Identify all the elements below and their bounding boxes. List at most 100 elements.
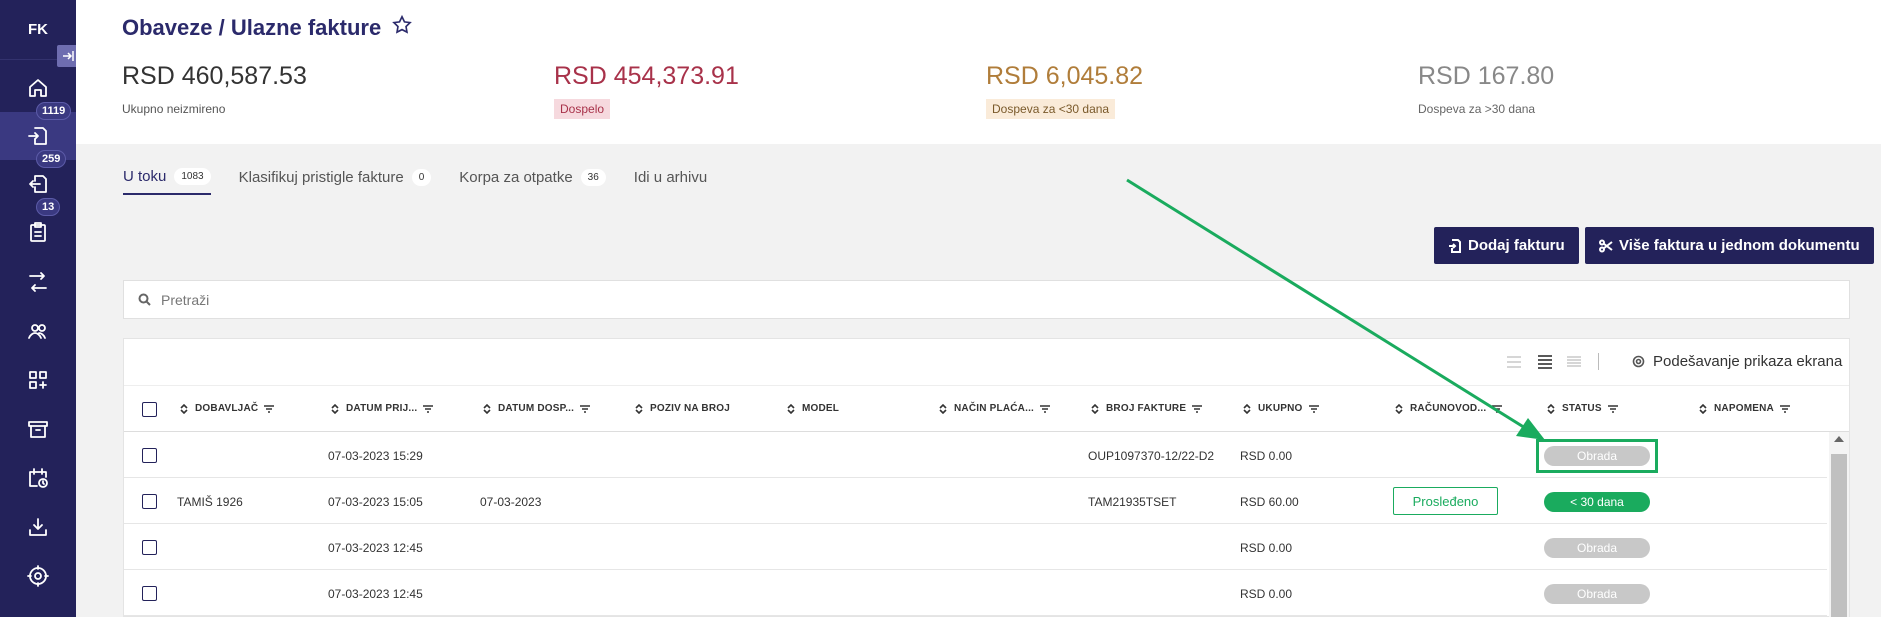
scroll-thumb[interactable] <box>1831 454 1847 617</box>
column-header-note[interactable]: NAPOMENA <box>1698 403 1790 414</box>
column-header-model[interactable]: MODEL <box>786 403 839 414</box>
received-date-cell: 07-03-2023 15:05 <box>328 495 423 509</box>
status-badge: Obrada <box>1544 538 1650 558</box>
row-checkbox[interactable] <box>142 448 157 463</box>
row-checkbox[interactable] <box>142 494 157 509</box>
sidebar-item-downloads[interactable] <box>0 503 76 551</box>
add-invoice-button[interactable]: Dodaj fakturu <box>1434 227 1579 264</box>
column-header-payment-method[interactable]: NAČIN PLAĆA... <box>938 403 1051 414</box>
sidebar-item-contacts[interactable] <box>0 307 76 355</box>
sort-icon <box>1091 403 1099 414</box>
search-icon <box>138 293 151 306</box>
normal-view-icon[interactable] <box>1536 354 1554 370</box>
outbox-count-badge: 259 <box>36 150 67 168</box>
inbox-count-badge: 1119 <box>36 102 72 120</box>
received-date-cell: 07-03-2023 15:29 <box>328 449 423 463</box>
table-scrollbar[interactable] <box>1829 432 1849 617</box>
sidebar-item-calendar[interactable] <box>0 454 76 502</box>
filter-icon[interactable] <box>1779 404 1790 414</box>
filter-icon[interactable] <box>1607 404 1618 414</box>
filter-icon[interactable] <box>1192 404 1203 414</box>
column-label: MODEL <box>802 403 840 414</box>
sidebar-item-archive[interactable] <box>0 405 76 453</box>
accounting-forwarded-button[interactable]: Prosleđeno <box>1393 487 1498 515</box>
compact-view-icon[interactable] <box>1505 354 1523 370</box>
sort-icon <box>180 403 188 414</box>
filter-icon[interactable] <box>423 404 434 414</box>
total-cell: RSD 0.00 <box>1240 449 1293 463</box>
sort-icon <box>1699 403 1707 414</box>
users-icon <box>28 324 46 339</box>
row-checkbox[interactable] <box>142 540 157 555</box>
tab-classify[interactable]: Klasifikuj pristigle fakture 0 <box>239 168 432 195</box>
table-row[interactable]: 07-03-2023 12:45 RSD 0.00 Obrada <box>124 570 1827 616</box>
stat-value: RSD 167.80 <box>1418 62 1555 90</box>
due-date-cell: 07-03-2023 <box>480 495 542 509</box>
scissors-icon <box>1599 239 1613 252</box>
filter-icon[interactable] <box>1040 404 1051 414</box>
clipboard-icon <box>30 222 46 242</box>
search-input[interactable] <box>161 291 1849 308</box>
star-icon[interactable] <box>391 14 413 42</box>
total-cell: RSD 0.00 <box>1240 587 1293 601</box>
stat-overdue: RSD 454,373.91 Dospelo <box>554 62 739 119</box>
column-label: POZIV NA BROJ <box>650 403 731 414</box>
annotation-highlight-box <box>1536 439 1658 473</box>
sidebar-item-tasks[interactable]: 13 <box>0 198 76 256</box>
apps-grid-icon <box>29 371 47 389</box>
page-title-text: Obaveze / Ulazne fakture <box>122 15 382 40</box>
select-all-checkbox[interactable] <box>142 402 157 417</box>
tab-label: U toku <box>123 168 167 185</box>
multi-invoice-button[interactable]: Više faktura u jednom dokumentu <box>1585 227 1874 264</box>
toolbar-divider <box>1598 353 1599 370</box>
column-header-total[interactable]: UKUPNO <box>1242 403 1319 414</box>
filter-icon[interactable] <box>1308 404 1319 414</box>
sidebar-item-transfers[interactable] <box>0 258 76 306</box>
dense-view-icon[interactable] <box>1565 354 1583 370</box>
stat-value: RSD 6,045.82 <box>986 62 1144 90</box>
column-label: BROJ FAKTURE <box>1106 403 1187 414</box>
column-header-due-date[interactable]: DATUM DOSP... <box>482 403 591 414</box>
row-checkbox[interactable] <box>142 586 157 601</box>
column-header-accounting[interactable]: RAČUNOVOD... <box>1394 403 1503 414</box>
archive-icon <box>28 421 48 438</box>
column-header-invoice-number[interactable]: BROJ FAKTURE <box>1090 403 1203 414</box>
sort-icon <box>635 403 643 414</box>
table-row[interactable]: 07-03-2023 12:45 RSD 0.00 Obrada <box>124 524 1827 570</box>
filter-icon[interactable] <box>580 404 591 414</box>
table-row[interactable]: TAMIŠ 1926 07-03-2023 15:05 07-03-2023 T… <box>124 478 1827 524</box>
column-header-reference[interactable]: POZIV NA BROJ <box>634 403 730 414</box>
column-label: DOBAVLJAČ <box>195 403 259 414</box>
gear-icon <box>1632 355 1645 368</box>
column-header-supplier[interactable]: DOBAVLJAČ <box>179 403 275 414</box>
calendar-clock-icon <box>29 468 48 488</box>
tab-label: Idi u arhivu <box>633 169 708 186</box>
scroll-up-arrow-icon[interactable] <box>1834 436 1844 442</box>
total-cell: RSD 60.00 <box>1240 495 1299 509</box>
filter-icon[interactable] <box>1492 404 1503 414</box>
column-header-status[interactable]: STATUS <box>1546 403 1618 414</box>
sidebar-item-apps[interactable] <box>0 356 76 404</box>
search-bar <box>123 280 1850 319</box>
tab-trash[interactable]: Korpa za otpatke 36 <box>459 168 606 195</box>
column-header-received-date[interactable]: DATUM PRIJ... <box>330 403 434 414</box>
tab-archive[interactable]: Idi u arhivu <box>634 168 707 195</box>
filter-icon[interactable] <box>264 404 275 414</box>
total-cell: RSD 0.00 <box>1240 541 1293 555</box>
add-invoice-label: Dodaj fakturu <box>1468 237 1565 254</box>
tab-in-progress[interactable]: U toku 1083 <box>123 168 211 195</box>
sort-icon <box>483 403 491 414</box>
status-badge: < 30 dana <box>1544 492 1650 512</box>
display-settings-label: Podešavanje prikaza ekrana <box>1653 353 1843 370</box>
page-header: Obaveze / Ulazne fakture RSD 460,587.53 … <box>76 0 1881 144</box>
column-label: RAČUNOVOD... <box>1410 403 1487 414</box>
tab-count: 36 <box>580 169 606 186</box>
display-settings-button[interactable]: Podešavanje prikaza ekrana <box>1632 353 1842 370</box>
sidebar-item-settings[interactable] <box>0 552 76 600</box>
column-label: NAČIN PLAĆA... <box>954 403 1035 414</box>
invoice-table-panel: Podešavanje prikaza ekrana DOBAVLJAČ DAT… <box>123 338 1850 617</box>
invoice-number-cell: OUP1097370-12/22-D2 <box>1088 449 1215 463</box>
sort-icon <box>787 403 795 414</box>
stat-value: RSD 460,587.53 <box>122 62 307 90</box>
stat-due-over-30: RSD 167.80 Dospeva za >30 dana <box>1418 62 1554 119</box>
